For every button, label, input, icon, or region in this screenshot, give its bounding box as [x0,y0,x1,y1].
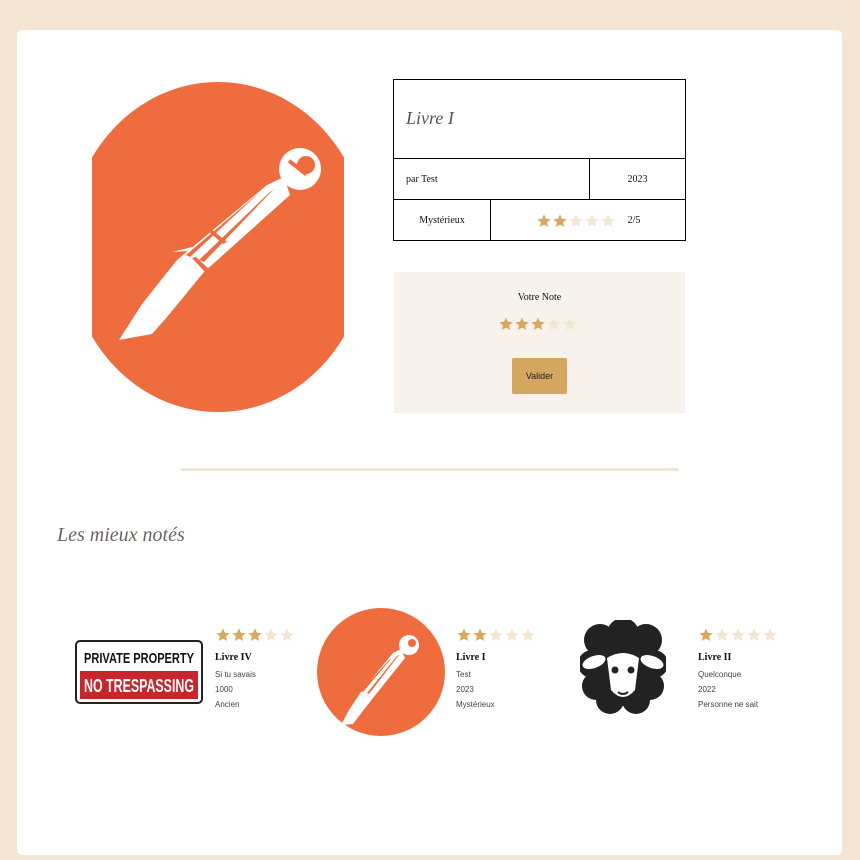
star-empty-icon [505,628,519,641]
star-empty-icon [763,628,777,641]
item-title: Livre II [698,652,732,663]
item-author: Si tu savais [215,670,256,679]
star-empty-icon [584,213,599,227]
item-genre: Ancien [215,700,240,709]
sign-line-2: NO TRESPASSING [84,676,194,696]
sign-line-1: PRIVATE PROPERTY [84,650,194,667]
book-title-row: Livre I [394,80,685,159]
star-filled-icon [536,213,551,227]
top-rated-item[interactable]: Livre II Quelconque 2022 Personne ne sai… [577,606,827,746]
item-author: Test [456,670,471,679]
star-empty-icon [489,628,503,641]
star-filled-icon[interactable] [498,316,514,332]
star-filled-icon [248,628,262,641]
item-year: 2022 [698,685,716,694]
book-author-row: par Test 2023 [394,159,685,200]
book-genre-row: Mystérieux 2/5 [394,200,685,241]
star-empty-icon [715,628,729,641]
item-year: 2023 [456,685,474,694]
item-year: 1000 [215,685,233,694]
book-detail-card: Livre I par Test 2023 Mystérieux 2/5 Vot… [17,30,842,855]
star-empty-icon [264,628,278,641]
vote-star-input[interactable] [498,316,578,332]
book-rating-text: 2/5 [627,215,641,226]
book-genre: Mystérieux [394,200,491,241]
star-empty-icon[interactable] [562,316,578,332]
item-genre: Personne ne sait [698,700,759,709]
submit-vote-button[interactable]: Valider [512,358,567,394]
item-title: Livre I [456,652,486,663]
star-empty-icon [568,213,583,227]
star-filled-icon [699,628,713,641]
top-rated-info: Livre IV Si tu savais 1000 Ancien [215,627,295,712]
private-property-sign-icon: PRIVATE PROPERTY NO TRESPASSING [75,640,203,709]
star-empty-icon [731,628,745,641]
item-genre: Mystérieux [456,700,495,709]
top-rated-info: Livre II Quelconque 2022 Personne ne sai… [698,627,778,712]
star-filled-icon [457,628,471,641]
book-year: 2023 [589,159,685,199]
star-filled-icon [232,628,246,641]
postman-logo-icon [92,82,344,412]
star-empty-icon [521,628,535,641]
vote-panel: Votre Note Valider [394,272,685,413]
top-rated-item[interactable]: Livre I Test 2023 Mystérieux [317,606,547,746]
star-filled-icon [552,213,567,227]
star-filled-icon[interactable] [514,316,530,332]
book-info-table: Livre I par Test 2023 Mystérieux 2/5 [393,79,686,241]
item-author: Quelconque [698,670,742,679]
item-title: Livre IV [215,652,252,663]
postman-logo-icon [317,608,445,741]
star-empty-icon [747,628,761,641]
book-rating-stars [536,213,616,229]
vote-label: Votre Note [517,292,562,303]
book-author: par Test [406,173,438,185]
star-filled-icon [216,628,230,641]
book-rating: 2/5 [491,200,685,241]
item-rating-stars [456,627,536,643]
top-rated-item[interactable]: PRIVATE PROPERTY NO TRESPASSING Livre IV… [72,606,302,746]
star-filled-icon[interactable] [530,316,546,332]
star-filled-icon [473,628,487,641]
star-empty-icon [280,628,294,641]
sheep-icon [578,618,668,721]
book-title: Livre I [406,108,454,128]
star-empty-icon[interactable] [546,316,562,332]
item-rating-stars [698,627,778,643]
top-rated-title: Les mieux notés [57,524,185,546]
section-divider [181,468,678,471]
star-empty-icon [600,213,615,227]
top-rated-info: Livre I Test 2023 Mystérieux [456,627,536,712]
item-rating-stars [215,627,295,643]
book-cover [92,82,344,412]
